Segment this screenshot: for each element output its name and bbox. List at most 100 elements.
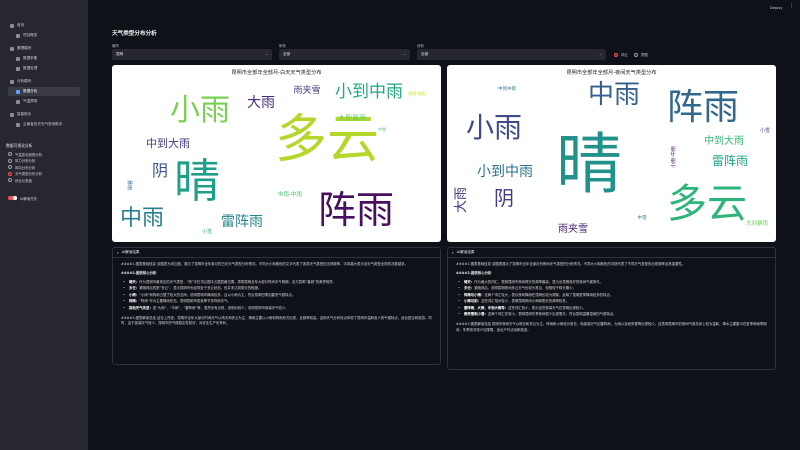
sidebar-item-analysis[interactable]: 分析模块 xyxy=(8,77,80,86)
radio-icon xyxy=(8,178,12,183)
word-xiaoxue: 小雪 xyxy=(760,127,770,134)
sidebar-item-label: 数据处理 xyxy=(23,66,38,70)
bullet-text: 这两个词汇较大，表示夜间降雨在昆明也较为频繁，反映了昆明夏季降雨较多的特点。 xyxy=(484,292,614,297)
ai-interpretation-day: ▾ AI解读结果 ####1.图表基础信息 该图表为词云图，展示了昆明市全年各月… xyxy=(112,247,441,365)
bullet-text: “阵雨”作为主要降雨形态，表明昆明市夏秋季节多阵雨天气。 xyxy=(139,299,231,304)
sidebar-item-label: 云南省历史天气查询助手 xyxy=(23,122,63,126)
analysis-icon xyxy=(10,79,14,84)
sidebar-item-label: 首页 xyxy=(17,23,25,27)
chevron-down-icon: ▾ xyxy=(117,250,119,255)
city-label: 城市 xyxy=(112,44,119,48)
sidebar-item-assistant[interactable]: 智能助手 xyxy=(8,110,80,119)
radio-selected-icon xyxy=(614,52,618,57)
assistant-icon xyxy=(10,112,14,117)
expander-header[interactable]: ▾ AI解读结果 xyxy=(113,248,440,258)
sidebar-item-label: 分析模块 xyxy=(17,79,32,83)
bullet-text: 这两个词汇非常小，表明昆明冬季夜间很少出现雪天，符合昆明温暖湿润的气候特点。 xyxy=(487,312,617,317)
city-select-value: 昆明 xyxy=(116,52,124,56)
ai-toggle[interactable]: AI解读开关 xyxy=(8,195,80,201)
list-item: 雷阵雨、大雨、中到大雨等：这些词汇较小，表示这些极端天气在昆明出现较少。 xyxy=(456,306,767,311)
sidebar-item-forecast[interactable]: 气温预测 xyxy=(8,97,80,106)
folder-icon xyxy=(10,46,14,51)
expander-title: AI解读结果 xyxy=(121,250,140,254)
word-qing: 晴 xyxy=(174,154,220,208)
sidebar-item-weather-chat[interactable]: 云南省历史天气查询助手 xyxy=(8,120,80,129)
sidebar-item-data-analysis[interactable]: 数据分析 xyxy=(8,87,80,96)
sidebar-item-management[interactable]: 管理模块 xyxy=(8,44,80,53)
wordcloud-title: 昆明市全部年全部月-夜间天气类型分布 xyxy=(566,68,656,76)
sidebar-item-home[interactable]: 首页 xyxy=(8,21,80,30)
word-dadaobaoyu: 大到暴雨 xyxy=(338,113,366,122)
toggle-switch[interactable] xyxy=(8,195,17,201)
bullet-key: 阵雨： xyxy=(129,299,140,304)
summary-text: ####3.图表解读总结 结论上所述，昆明市全年大部分时间天气以晴天和多云为主，… xyxy=(121,315,432,326)
expander-title: AI解读结果 xyxy=(456,250,475,254)
radio-icon xyxy=(8,152,12,157)
sidebar-item-collect[interactable]: 数据采集 xyxy=(8,54,80,63)
list-item: 小雨与阴：这些词汇相对较小，表明昆明夜间小雨和阴天的频率较低。 xyxy=(456,299,767,304)
bullet-text: 紧随其后，说明昆明夜间多云天气也较为常见，但相较于晴天略少。 xyxy=(474,286,576,291)
word-xiaoyu: 小雨 xyxy=(466,111,522,144)
bullet-key: 其他天气类型： xyxy=(129,305,153,310)
radio-label: 饼图 xyxy=(641,53,648,57)
mode-option-pie[interactable]: 饼图 xyxy=(634,52,648,57)
analysis-list: 晴天：作为最大的词汇，表明昆明市夜间晴天的频率最高，显示出昆明良好的夜间气候条件… xyxy=(456,280,767,318)
expander-header[interactable]: ▾ AI解读结果 xyxy=(448,248,775,258)
bullet-key: 多云： xyxy=(129,286,140,291)
bullet-key: 雷阵雨、大雨、中到大雨等： xyxy=(464,305,509,310)
bullet-key: 小雨： xyxy=(129,292,140,297)
list-item: 晴天：作为最大的词汇，表明昆明市夜间晴天的频率最高，显示出昆明良好的夜间气候条件… xyxy=(456,280,767,285)
bullet-key: 阵雨与小雨： xyxy=(464,292,485,297)
word-yin: 阴 xyxy=(494,186,514,210)
bullet-key: 多云： xyxy=(464,286,475,291)
radio-icon xyxy=(8,158,12,163)
wordcloud-day-svg: 昆明市全部年全部月-白天天气类型分布 多云 晴 阵雨 小雨 中雨 小到中雨 雷阵… xyxy=(120,68,426,235)
bullet-key: 雨夹雪和小雪： xyxy=(464,312,488,317)
radio-label: 天气类型分布分析 xyxy=(15,172,43,177)
process-icon xyxy=(16,66,20,71)
overview-icon xyxy=(16,33,20,38)
collect-icon xyxy=(16,56,20,61)
forecast-icon xyxy=(16,99,20,104)
chevron-down-icon: ⌄ xyxy=(402,52,406,56)
month-select[interactable]: 全部 ⌄ xyxy=(417,49,606,60)
word-baoyu: 暴雨 xyxy=(126,180,133,190)
sidebar-item-label: 气温预测 xyxy=(23,99,38,103)
intro-text: ####1.图表基础信息 该图表展示了昆明市全年全部月份夜间天气类型的分布情况。… xyxy=(456,262,686,266)
word-dayu: 大雨 xyxy=(247,95,275,111)
sidebar-item-label: 数据采集 xyxy=(23,56,38,60)
section-heading: ####2.图表核心分析 xyxy=(456,271,492,276)
word-zhongxue: 中雪 xyxy=(378,126,386,132)
deploy-button[interactable]: Deploy xyxy=(770,6,783,10)
analysis-option-dashboard[interactable]: 综合仪表盘 xyxy=(8,177,80,184)
year-select-value: 全部 xyxy=(283,52,291,56)
list-item: 多云：紧随其后，说明昆明夜间多云天气也较为常见，但相较于晴天略少。 xyxy=(456,286,767,291)
word-xiaodaozhongyu: 小到中雨 xyxy=(335,82,403,102)
list-item: 雨夹雪和小雪：这两个词汇非常小，表明昆明冬季夜间很少出现雪天，符合昆明温暖湿润的… xyxy=(456,312,767,317)
expander-body: ####1.图表基础信息 该图表展示了昆明市全年全部月份夜间天气类型的分布情况。… xyxy=(448,258,775,341)
bullet-text: 作为最大的词汇，表明昆明市夜间晴天的频率最高，显示出昆明良好的夜间气候条件。 xyxy=(474,279,604,284)
home-icon xyxy=(10,23,14,28)
sidebar-item-overview[interactable]: 项目概览 xyxy=(8,31,80,40)
radio-icon xyxy=(634,52,638,57)
year-select[interactable]: 全部 ⌄ xyxy=(279,49,410,60)
bullet-text: 作为昆明市最常见的天气类型，“晴”字在词云图中占据显著位置，表明昆明全年大部分时… xyxy=(139,279,337,284)
kebab-icon[interactable]: ⋮ xyxy=(789,4,794,9)
word-xiaoyu: 小雨 xyxy=(170,93,230,128)
summary-text: ####3.图表解读总结 昆明市夜间天气以晴天和多云为主，阵雨和小雨较为常见，而… xyxy=(456,322,767,332)
word-zhongyu: 中雨 xyxy=(120,206,164,231)
sidebar-item-label: 数据分析 xyxy=(23,89,38,93)
chevron-down-icon: ⌄ xyxy=(598,52,602,56)
city-select[interactable]: 昆明 ⌄ xyxy=(112,49,272,60)
mode-option-wordcloud[interactable]: 词云 xyxy=(614,52,628,57)
month-label: 月份 xyxy=(417,44,424,48)
word-yujiaxue: 雨夹雪 xyxy=(293,84,320,96)
word-zhenyu-zhenyu: 阵雨-阵雨 xyxy=(408,90,425,96)
intro-text: ####1.图表基础信息 该图表为词云图，展示了昆明市全年各月的白天天气类型分布… xyxy=(121,262,408,266)
word-xiaoyu-zhongyu: 小雨-中雨 xyxy=(670,146,677,168)
list-item: 小雨：“小雨”和阵雨占据了较大的空间，说明昆明市降雨较多，且以小雨为主，符合昆明… xyxy=(121,293,432,298)
sidebar-item-label: 项目概览 xyxy=(23,33,38,37)
year-label: 年份 xyxy=(279,44,286,48)
sidebar-item-process[interactable]: 数据处理 xyxy=(8,64,80,73)
word-leizhenyu: 雷阵雨 xyxy=(221,214,263,230)
